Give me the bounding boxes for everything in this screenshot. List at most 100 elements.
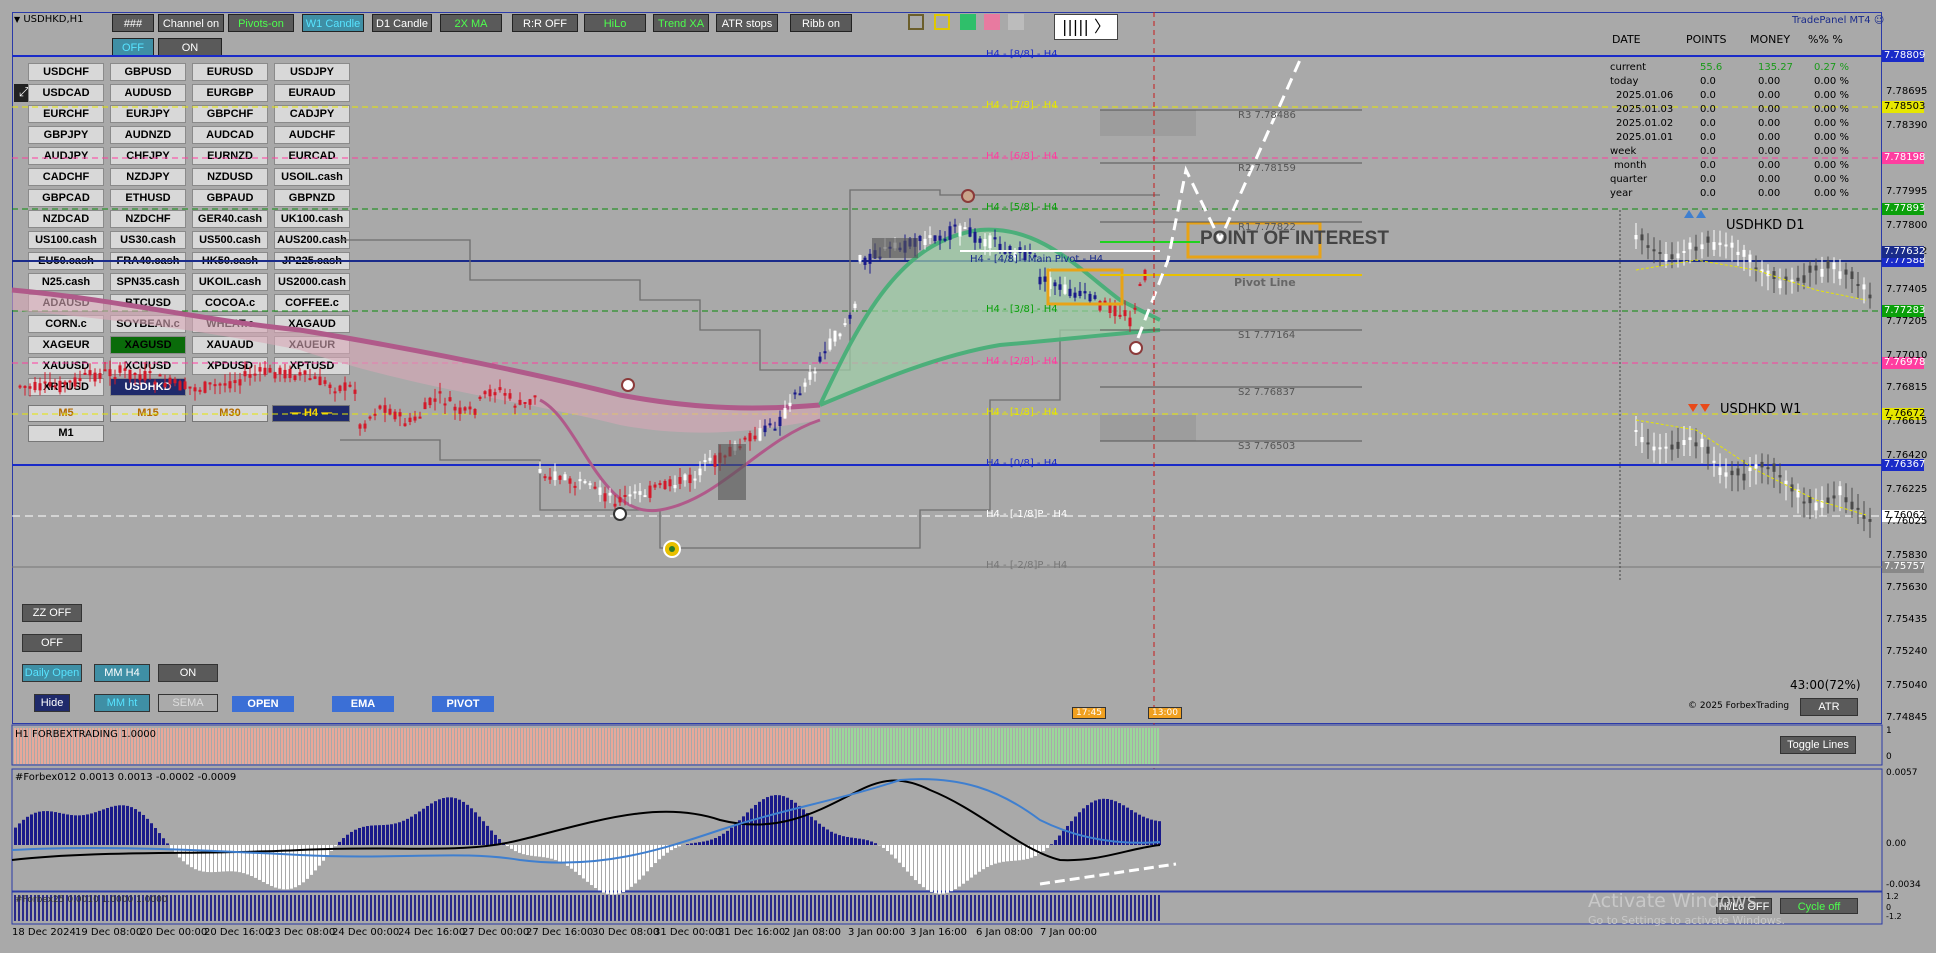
sub3-bar	[234, 895, 236, 921]
sub1-bar	[632, 728, 634, 764]
sub3-bar	[258, 895, 260, 921]
price-scale-tick: 7.77995	[1886, 186, 1928, 197]
murray-level-label: H4 - [-1/8]P - H4	[986, 509, 1068, 520]
macd-histogram-bar	[918, 845, 921, 884]
sub3-bar	[870, 895, 872, 921]
trade-panel-cell-points: 0.0	[1700, 160, 1716, 171]
candle-body	[1778, 280, 1782, 289]
candle-body	[373, 413, 377, 416]
candle-body	[353, 389, 357, 394]
swing-marker-1	[621, 378, 635, 392]
candle-body	[1640, 436, 1644, 443]
sub3-bar	[226, 895, 228, 921]
macd-histogram-bar	[942, 845, 945, 894]
sub3-bar	[486, 895, 488, 921]
sub3-bar	[1154, 895, 1156, 921]
macd-histogram-bar	[194, 845, 197, 870]
sub-panel-3-scale-mid: 0	[1886, 903, 1892, 912]
macd-histogram-bar	[42, 811, 45, 845]
sub3-bar	[734, 895, 736, 921]
macd-histogram-bar	[902, 845, 905, 868]
macd-histogram-bar	[694, 842, 697, 845]
sub1-bar	[611, 728, 613, 764]
sub3-bar	[186, 895, 188, 921]
sub1-bar	[893, 728, 895, 764]
sub1-bar	[641, 728, 643, 764]
sub1-bar	[161, 728, 163, 764]
sub1-bar	[1094, 728, 1096, 764]
time-axis-label: 7 Jan 00:00	[1040, 927, 1097, 938]
candle-body	[1772, 271, 1776, 279]
candle-body	[923, 238, 927, 246]
sub1-bar	[1079, 728, 1081, 764]
sub1-bar	[404, 728, 406, 764]
sub1-bar	[728, 728, 730, 764]
candle-body	[798, 393, 802, 396]
macd-histogram-bar	[226, 845, 229, 872]
sub1-bar	[257, 728, 259, 764]
sub1-bar	[914, 728, 916, 764]
price-scale-tick: 7.76615	[1886, 416, 1928, 427]
candle-body	[623, 494, 627, 497]
trade-panel-cell-date: quarter	[1610, 174, 1648, 185]
sub1-bar	[842, 728, 844, 764]
zone-box-1	[872, 238, 918, 258]
sub1-bar	[881, 728, 883, 764]
macd-histogram-bar	[90, 813, 93, 845]
macd-histogram-bar	[170, 845, 173, 849]
macd-histogram-bar	[550, 845, 553, 859]
sub1-bar	[770, 728, 772, 764]
macd-histogram-bar	[778, 795, 781, 845]
sub1-bar	[359, 728, 361, 764]
sub3-bar	[378, 895, 380, 921]
macd-histogram-bar	[638, 845, 641, 880]
macd-histogram-bar	[78, 815, 81, 845]
sub1-bar	[431, 728, 433, 764]
sub1-bar	[500, 728, 502, 764]
sub1-bar	[1013, 728, 1015, 764]
arrow-up-icon-2	[1696, 210, 1706, 218]
sub1-bar	[929, 728, 931, 764]
trade-panel-cell-points: 0.0	[1700, 146, 1716, 157]
candle-body	[753, 435, 757, 440]
sub3-bar	[546, 895, 548, 921]
candle-body	[553, 471, 557, 481]
sub3-bar	[670, 895, 672, 921]
macd-histogram-bar	[430, 803, 433, 845]
sub1-bar	[1148, 728, 1150, 764]
sub1-bar	[1130, 728, 1132, 764]
candle-body	[1784, 480, 1788, 485]
toggle-lines-button[interactable]: Toggle Lines	[1780, 736, 1856, 754]
sub1-bar	[764, 728, 766, 764]
macd-histogram-bar	[518, 845, 521, 853]
candle-body	[693, 478, 697, 481]
sub3-bar	[818, 895, 820, 921]
candle-body	[208, 382, 212, 385]
macd-histogram-bar	[530, 845, 533, 856]
sub1-bar	[437, 728, 439, 764]
atr-button[interactable]: ATR	[1800, 698, 1858, 716]
sub1-bar	[1034, 728, 1036, 764]
sub1-bar	[614, 728, 616, 764]
cycle-off-button[interactable]: Cycle off	[1780, 898, 1858, 914]
sub1-bar	[830, 728, 832, 764]
time-axis-label: 24 Dec 00:00	[332, 927, 400, 938]
macd-histogram-bar	[998, 845, 1001, 863]
macd-histogram-bar	[214, 845, 217, 873]
sub1-bar	[212, 728, 214, 764]
macd-histogram-bar	[798, 805, 801, 845]
sub1-bar	[911, 728, 913, 764]
sub3-bar	[526, 895, 528, 921]
sub1-bar	[374, 728, 376, 764]
sub3-bar	[1122, 895, 1124, 921]
candle-body	[848, 314, 852, 319]
sub3-bar	[266, 895, 268, 921]
candle-body	[1670, 444, 1674, 450]
candle-body	[1073, 292, 1077, 298]
sub1-bar	[470, 728, 472, 764]
sub3-bar	[190, 895, 192, 921]
sub3-bar	[634, 895, 636, 921]
candle-body	[1796, 489, 1800, 498]
sub3-bar	[1118, 895, 1120, 921]
candle-body	[538, 469, 542, 473]
